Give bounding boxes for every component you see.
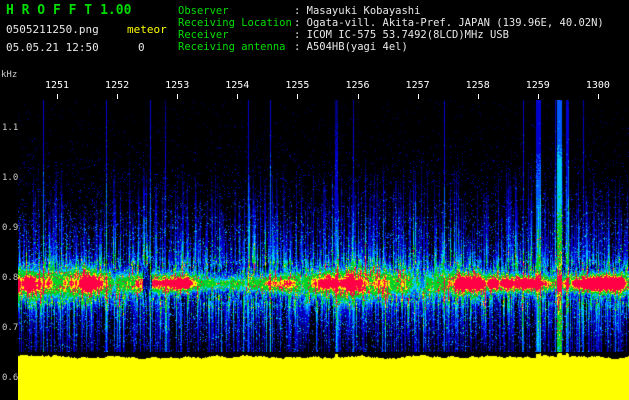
- info-value: : A504HB(yagi 4el): [294, 41, 408, 53]
- app-version: 1.00: [100, 3, 132, 18]
- info-value: : ICOM IC-575 53.7492(8LCD)MHz USB: [294, 29, 509, 41]
- station-info-row: Observer : Masayuki Kobayashi: [178, 5, 604, 17]
- output-filename: 0505211250.png: [6, 23, 99, 36]
- station-info: Observer : Masayuki Kobayashi Receiving Lo…: [178, 5, 604, 53]
- x-tick-mark: [538, 94, 539, 99]
- x-tick-label: 1257: [405, 80, 430, 91]
- x-tick-mark: [478, 94, 479, 99]
- echo-count: 0: [138, 41, 145, 54]
- datetime-label: 05.05.21 12:50: [6, 41, 99, 54]
- plot-area: kHz 1251 1252 1253 1254 1255 1256 1257 1258 1259…: [0, 70, 629, 400]
- x-tick-mark: [358, 94, 359, 99]
- x-tick-label: 1258: [465, 80, 490, 91]
- y-tick-label: 0.6: [2, 373, 19, 383]
- x-tick-label: 1259: [525, 80, 550, 91]
- y-tick-label: 0.9: [2, 223, 19, 233]
- station-info-row: Receiver : ICOM IC-575 53.7492(8LCD)MHz U…: [178, 29, 604, 41]
- y-tick-label: 1.0: [2, 173, 19, 183]
- y-tick-label: 0.8: [2, 273, 19, 283]
- time-row: 05.05.21 12:50 0: [6, 41, 178, 54]
- x-tick-label: 1253: [165, 80, 190, 91]
- x-tick-label: 1254: [225, 80, 250, 91]
- info-label: Observer: [178, 5, 229, 17]
- info-label: Receiving Location: [178, 17, 292, 29]
- station-info-row: Receiving Location: Ogata-vill. Akita-Pr…: [178, 17, 604, 29]
- info-label: Receiving antenna: [178, 41, 286, 53]
- x-tick-label: 1252: [105, 80, 130, 91]
- x-tick-mark: [177, 94, 178, 99]
- info-label: Receiver: [178, 29, 229, 41]
- info-value: : Ogata-vill. Akita-Pref. JAPAN (139.96E…: [294, 17, 604, 29]
- y-tick-label: 0.7: [2, 323, 19, 333]
- x-tick-label: 1300: [585, 80, 610, 91]
- x-tick-mark: [598, 94, 599, 99]
- x-tick-label: 1255: [285, 80, 310, 91]
- y-tick-label: 1.1: [2, 123, 19, 133]
- x-tick-label: 1251: [44, 80, 70, 91]
- app-title: H R O F F T: [6, 3, 93, 18]
- header-left: H R O F F T 1.00 0505211250.png meteor 05…: [6, 3, 178, 54]
- x-tick-mark: [297, 94, 298, 99]
- file-row: 0505211250.png meteor: [6, 23, 178, 36]
- x-tick-mark: [117, 94, 118, 99]
- x-tick-label: 1256: [345, 80, 370, 91]
- hrofft-screen: H R O F F T 1.00 0505211250.png meteor 05…: [0, 0, 629, 400]
- info-value: : Masayuki Kobayashi: [294, 5, 421, 17]
- mode-label: meteor: [127, 23, 167, 36]
- x-tick-mark: [418, 94, 419, 99]
- x-tick-mark: [237, 94, 238, 99]
- x-tick-mark: [57, 94, 58, 99]
- y-axis-unit: kHz: [1, 70, 18, 80]
- title-row: H R O F F T 1.00: [6, 3, 178, 18]
- spectrogram-canvas: [18, 100, 629, 352]
- station-info-row: Receiving antenna : A504HB(yagi 4el): [178, 41, 604, 53]
- signal-level-strip: [18, 352, 629, 400]
